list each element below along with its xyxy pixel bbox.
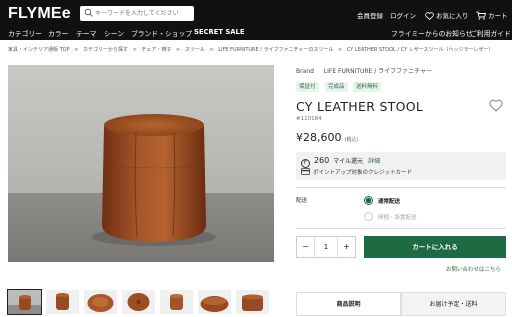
breadcrumb-item[interactable]: チェア・椅子 bbox=[141, 47, 171, 53]
thumbnail-1[interactable] bbox=[7, 289, 42, 315]
tag-assembled: 完成品 bbox=[325, 82, 348, 92]
cart-label: カート bbox=[488, 12, 508, 20]
breadcrumb-separator: > bbox=[132, 47, 137, 53]
points-row: F 260 マイル還元 詳細 bbox=[301, 156, 380, 168]
register-link[interactable]: 会員登録 bbox=[357, 10, 383, 20]
brand-link[interactable]: LIFE FURNITURE / ライフファニチャー bbox=[324, 68, 432, 75]
tab-delivery[interactable]: お届け予定・送料 bbox=[401, 292, 506, 316]
news-link[interactable]: フライミーからのお知らせ bbox=[391, 28, 472, 38]
credit-card-note: ポイントアップ対象のクレジットカード bbox=[313, 170, 413, 176]
login-link[interactable]: ログイン bbox=[390, 10, 416, 20]
breadcrumb-item[interactable]: LIFE FURNITURE / ライフファニチャーのスツール bbox=[218, 47, 333, 53]
add-to-cart-button[interactable]: カートに入れる bbox=[364, 236, 506, 258]
mile-icon: F bbox=[301, 159, 310, 168]
cart-link[interactable]: カート bbox=[476, 10, 508, 20]
breadcrumb-item[interactable]: スツール bbox=[185, 47, 205, 53]
credit-card-row[interactable]: ポイントアップ対象のクレジットカード bbox=[301, 168, 412, 176]
nav-brand-shop[interactable]: ブランド・ショップ bbox=[131, 28, 192, 38]
stool-thumbnail bbox=[84, 290, 117, 314]
breadcrumb-item[interactable]: 家具・インテリア通販 TOP bbox=[8, 47, 70, 53]
nav-category[interactable]: カテゴリー bbox=[8, 28, 42, 38]
stool-thumbnail bbox=[160, 290, 193, 314]
tab-description[interactable]: 商品説明 bbox=[296, 292, 401, 316]
nav-secret-sale[interactable]: SECRET SALE bbox=[194, 28, 245, 36]
price-value: ¥28,600 bbox=[296, 131, 342, 144]
stool-thumbnail bbox=[8, 290, 41, 314]
breadcrumb-current: CY LEATHER STOOL / CY レザースツール（ヘッジラーレザー） bbox=[346, 47, 494, 53]
breadcrumb-separator: > bbox=[74, 47, 79, 53]
site-header: FLYMEe 会員登録 ログイン お気に入り カート カテゴリー カラー テーマ… bbox=[0, 0, 512, 40]
product-price: ¥28,600 (税込) bbox=[296, 131, 358, 144]
radio-selected[interactable] bbox=[364, 196, 373, 205]
breadcrumb-item[interactable]: カテゴリーから探す bbox=[83, 47, 128, 53]
nav-scene[interactable]: シーン bbox=[104, 28, 124, 38]
thumbnail-2[interactable] bbox=[46, 290, 79, 314]
quantity-stepper: − 1 + bbox=[296, 236, 356, 258]
delivery-option-label: 開梱・設置配送 bbox=[378, 215, 417, 221]
breadcrumb: 家具・インテリア通販 TOP > カテゴリーから探す > チェア・椅子 > スツ… bbox=[8, 46, 508, 53]
search-box[interactable] bbox=[80, 6, 194, 21]
points-box: F 260 マイル還元 詳細 ポイントアップ対象のクレジットカード bbox=[296, 152, 506, 180]
stool-thumbnail bbox=[198, 290, 231, 314]
credit-card-icon bbox=[301, 168, 310, 175]
delivery-option-install[interactable]: 開梱・設置配送 bbox=[364, 212, 417, 221]
points-value: 260 bbox=[313, 156, 330, 165]
breadcrumb-separator: > bbox=[176, 47, 181, 53]
price-tax-note: (税込) bbox=[344, 137, 359, 143]
heart-icon bbox=[425, 12, 434, 21]
favorites-label: お気に入り bbox=[436, 12, 469, 20]
tag-warranty: 保証付 bbox=[296, 82, 319, 92]
product-main-image[interactable] bbox=[8, 65, 274, 262]
thumbnail-6[interactable] bbox=[198, 290, 231, 314]
radio-unselected[interactable] bbox=[364, 212, 373, 221]
thumbnail-4[interactable] bbox=[122, 290, 155, 314]
guide-link[interactable]: ご利用ガイド bbox=[470, 28, 511, 38]
quantity-plus-button[interactable]: + bbox=[337, 237, 355, 257]
favorites-link[interactable]: お気に入り bbox=[425, 10, 469, 21]
thumbnail-3[interactable] bbox=[84, 290, 117, 314]
brand-label: Brand bbox=[296, 68, 314, 75]
tag-free-shipping: 送料無料 bbox=[353, 82, 382, 92]
quantity-minus-button[interactable]: − bbox=[297, 237, 315, 257]
nav-theme[interactable]: テーマ bbox=[76, 28, 96, 38]
breadcrumb-separator: > bbox=[338, 47, 343, 53]
inquiry-link[interactable]: お問い合わせはこちら bbox=[446, 265, 501, 273]
stool-thumbnail bbox=[236, 290, 269, 314]
product-title: CY LEATHER STOOL bbox=[296, 99, 424, 114]
divider bbox=[296, 228, 506, 229]
quantity-value[interactable]: 1 bbox=[315, 237, 337, 257]
delivery-label: 配送 bbox=[296, 198, 308, 204]
site-logo[interactable]: FLYMEe bbox=[8, 5, 71, 23]
product-sku: #110184 bbox=[296, 116, 322, 122]
nav-color[interactable]: カラー bbox=[48, 28, 68, 38]
stool-thumbnail bbox=[46, 290, 79, 314]
heart-icon bbox=[489, 99, 503, 112]
thumbnail-5[interactable] bbox=[160, 290, 193, 314]
divider bbox=[296, 187, 506, 188]
breadcrumb-separator: > bbox=[209, 47, 214, 53]
stool-photo bbox=[8, 65, 274, 262]
points-detail-link[interactable]: 詳細 bbox=[368, 158, 380, 165]
stool-thumbnail bbox=[122, 290, 155, 314]
thumbnail-7[interactable] bbox=[236, 290, 269, 314]
favorite-button[interactable] bbox=[489, 97, 503, 116]
search-icon bbox=[84, 8, 93, 17]
delivery-option-standard[interactable]: 通常配送 bbox=[364, 196, 400, 205]
points-unit: マイル還元 bbox=[333, 158, 364, 165]
cart-icon bbox=[476, 11, 487, 20]
brand-line: Brand LIFE FURNITURE / ライフファニチャー bbox=[296, 66, 432, 75]
delivery-option-label: 通常配送 bbox=[378, 199, 401, 205]
search-input[interactable] bbox=[95, 6, 190, 21]
